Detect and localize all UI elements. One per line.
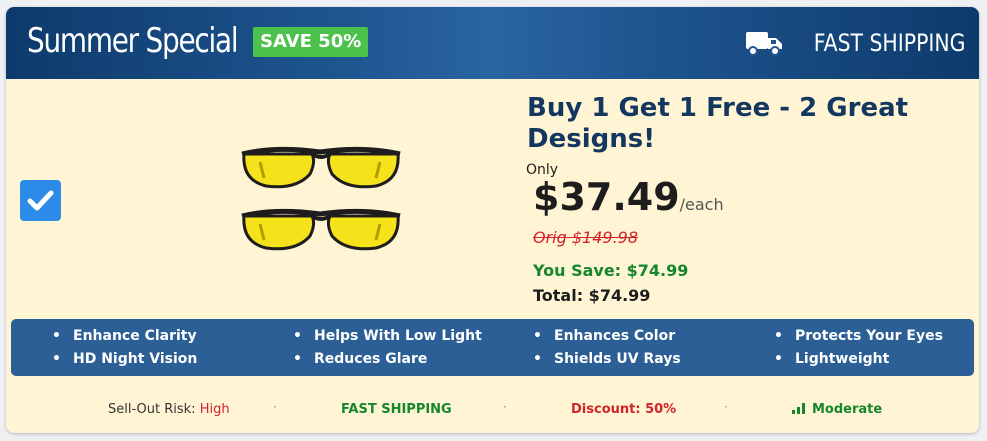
save-badge: SAVE 50% bbox=[253, 27, 369, 57]
feature-item: Shields UV Rays bbox=[533, 351, 681, 367]
feature-item: Reduces Glare bbox=[293, 351, 427, 367]
feature-item: Protects Your Eyes bbox=[774, 328, 943, 344]
unit-price: $37.49/each bbox=[533, 175, 724, 219]
footer-separator: · bbox=[724, 400, 728, 414]
feature-list: Enhance Clarity HD Night Vision Helps Wi… bbox=[11, 319, 974, 376]
footer-discount: Discount: 50% bbox=[571, 402, 677, 417]
footer-separator: · bbox=[273, 400, 277, 414]
per-unit-label: /each bbox=[679, 195, 724, 214]
truck-icon bbox=[745, 32, 782, 56]
offer-select-checkbox[interactable] bbox=[20, 180, 61, 221]
offer-title: Summer Special bbox=[27, 21, 239, 61]
sellout-risk: Sell-Out Risk: High bbox=[108, 402, 230, 417]
total-price: Total: $74.99 bbox=[533, 286, 651, 305]
offer-headline: Buy 1 Get 1 Free - 2 Great Designs! bbox=[527, 93, 909, 154]
sellout-risk-label: Sell-Out Risk: bbox=[108, 402, 196, 417]
original-price: Orig $149.98 bbox=[533, 228, 639, 247]
feature-item: Enhance Clarity bbox=[52, 328, 197, 344]
stock-status: Moderate bbox=[792, 402, 882, 417]
you-save: You Save: $74.99 bbox=[533, 261, 689, 280]
fast-shipping-label: FAST SHIPPING bbox=[813, 29, 965, 57]
feature-item: Lightweight bbox=[774, 351, 889, 367]
offer-footer: Sell-Out Risk: High · FAST SHIPPING · Di… bbox=[6, 390, 979, 433]
feature-item: Enhances Color bbox=[533, 328, 675, 344]
feature-item: Helps With Low Light bbox=[293, 328, 482, 344]
price-value: $37.49 bbox=[533, 175, 680, 219]
offer-header: Summer Special SAVE 50% FAST SHIPPING bbox=[6, 7, 979, 79]
sunglasses-product-image bbox=[236, 146, 406, 270]
offer-card[interactable]: Summer Special SAVE 50% FAST SHIPPING Bu… bbox=[6, 7, 979, 433]
footer-fast-shipping: FAST SHIPPING bbox=[341, 402, 452, 417]
stock-status-label: Moderate bbox=[812, 402, 883, 417]
signal-bars-icon bbox=[792, 403, 805, 414]
feature-item: HD Night Vision bbox=[52, 351, 197, 367]
fast-shipping-banner: FAST SHIPPING bbox=[745, 29, 965, 57]
checkmark-icon bbox=[27, 190, 54, 211]
sellout-risk-value: High bbox=[199, 402, 230, 417]
footer-separator: · bbox=[503, 400, 507, 414]
